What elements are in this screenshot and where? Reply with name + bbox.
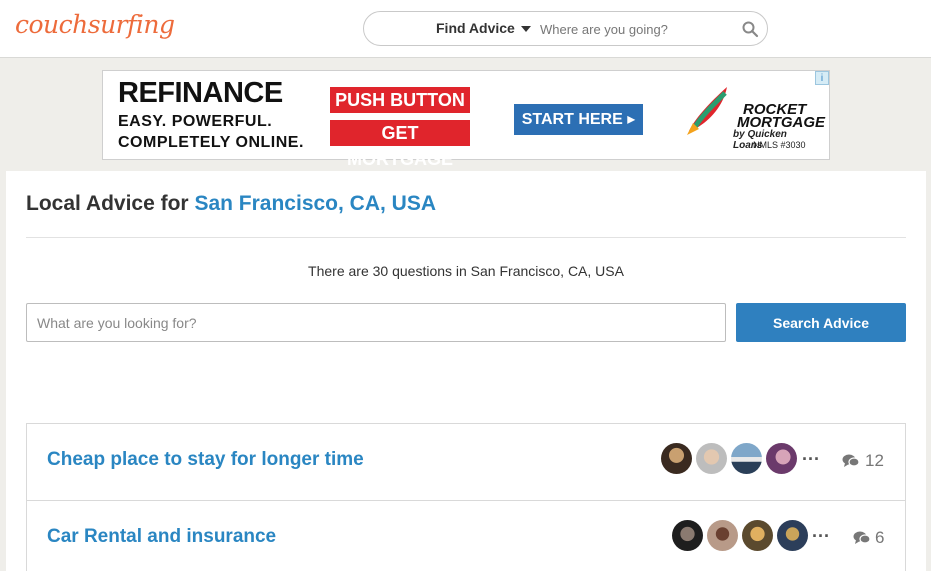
ad-line-3: COMPLETELY ONLINE. xyxy=(118,134,304,151)
couchsurfing-logo[interactable]: couchsurfing xyxy=(15,10,175,39)
ad-get-mortgage-button[interactable]: GET MORTGAGE xyxy=(330,120,470,169)
header-search-bar: Find Advice xyxy=(363,11,768,46)
rocket-icon xyxy=(687,87,727,135)
location-link[interactable]: San Francisco, CA, USA xyxy=(194,192,436,215)
find-advice-dropdown[interactable]: Find Advice xyxy=(436,20,515,36)
chevron-down-icon[interactable] xyxy=(521,26,531,32)
ad-banner[interactable]: REFINANCE EASY. POWERFUL. COMPLETELY ONL… xyxy=(102,70,830,169)
question-row[interactable]: Cheap place to stay for longer time ... … xyxy=(27,424,905,501)
comment-bubble-icon xyxy=(853,531,871,544)
search-advice-button[interactable]: Search Advice xyxy=(736,303,906,342)
question-count: There are 30 questions in San Francisco,… xyxy=(308,263,624,279)
reply-count: 6 xyxy=(875,528,885,547)
page-title-prefix: Local Advice for xyxy=(26,192,189,215)
ad-start-here-button[interactable]: START HERE ▸ xyxy=(514,104,643,135)
ad-line-2: EASY. POWERFUL. xyxy=(118,113,273,130)
reply-count: 12 xyxy=(865,451,884,470)
question-row[interactable]: Car Rental and insurance ... 6 xyxy=(27,501,905,571)
avatar[interactable] xyxy=(672,520,703,551)
question-title[interactable]: Cheap place to stay for longer time xyxy=(47,449,364,471)
ad-info-icon[interactable]: i xyxy=(815,71,829,85)
ad-push-button[interactable]: PUSH BUTTON xyxy=(330,87,470,113)
ad-nmls: NMLS #3030 xyxy=(753,140,806,150)
destination-search-input[interactable] xyxy=(540,16,730,42)
page-title: Local Advice for San Francisco, CA, USA xyxy=(26,192,436,216)
ad-start-label: START HERE xyxy=(521,111,623,128)
avatar[interactable] xyxy=(766,443,797,474)
search-icon[interactable] xyxy=(741,20,759,38)
avatar[interactable] xyxy=(696,443,727,474)
avatar[interactable] xyxy=(742,520,773,551)
comment-bubble-icon xyxy=(842,454,860,467)
divider xyxy=(26,237,906,238)
more-participants[interactable]: ... xyxy=(812,521,830,542)
avatar[interactable] xyxy=(731,443,762,474)
main-content: Local Advice for San Francisco, CA, USA … xyxy=(6,171,926,571)
advice-search-input[interactable] xyxy=(26,303,726,342)
question-list: Cheap place to stay for longer time ... … xyxy=(26,423,906,571)
more-participants[interactable]: ... xyxy=(802,444,820,465)
rocket-mortgage-logo: ROCKET MORTGAGE by Quicken Loans NMLS #3… xyxy=(681,79,825,151)
avatar[interactable] xyxy=(661,443,692,474)
question-title[interactable]: Car Rental and insurance xyxy=(47,526,276,548)
avatar[interactable] xyxy=(777,520,808,551)
ad-headline: REFINANCE xyxy=(118,77,283,109)
top-header: couchsurfing Find Advice xyxy=(0,0,931,58)
avatar[interactable] xyxy=(707,520,738,551)
